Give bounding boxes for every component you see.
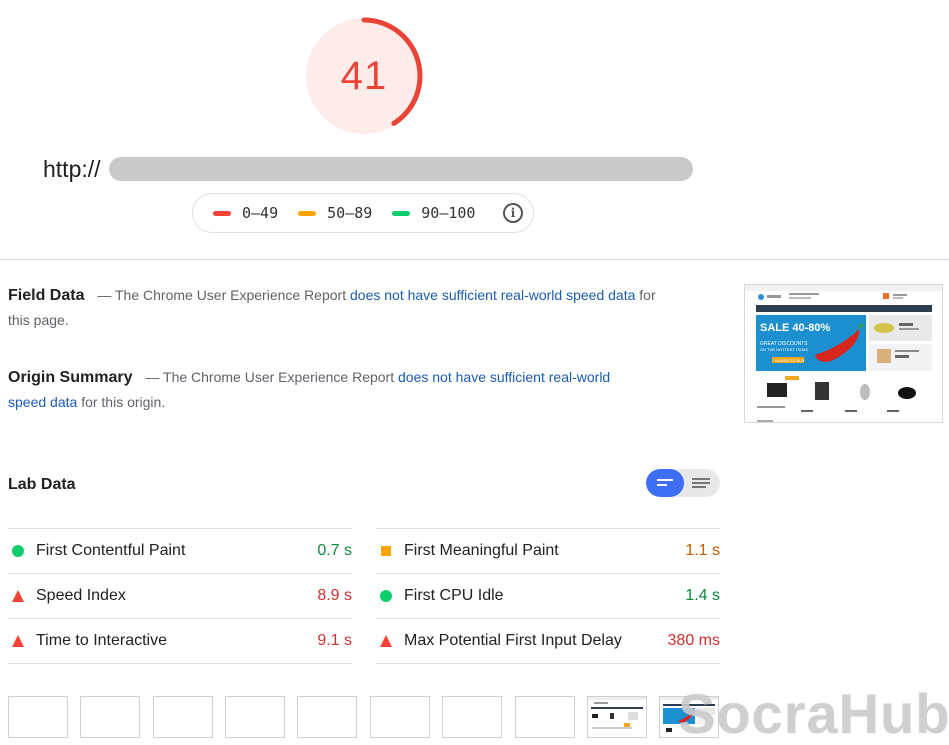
expanded-view-icon[interactable] [684, 469, 720, 497]
final-screenshot-thumbnail: SALE 40-80% GREAT DISCOUNTS ON THE HOTTE… [744, 284, 943, 423]
legend-item-good: 90–100 [392, 204, 475, 222]
filmstrip-frame [80, 696, 140, 738]
metric-value: 1.1 s [685, 542, 720, 559]
metric-first-contentful-paint: First Contentful Paint 0.7 s [8, 528, 352, 573]
tested-url: http:// [43, 154, 693, 184]
red-triangle-icon [12, 635, 24, 647]
field-data-section: Field Data — The Chrome User Experience … [8, 283, 658, 333]
toggle-compact-view[interactable] [646, 469, 684, 497]
metric-label: First CPU Idle [404, 587, 504, 604]
site-preview: SALE 40-80% GREAT DISCOUNTS ON THE HOTTE… [745, 285, 942, 422]
red-triangle-icon [380, 635, 392, 647]
thumb-cta: HURRY TO BUY [775, 358, 805, 363]
metric-value: 9.1 s [317, 632, 352, 649]
metric-label: Time to Interactive [36, 632, 168, 649]
filmstrip-frame-loaded [587, 696, 647, 738]
watermark-text-a: Socra [678, 682, 839, 745]
legend-swatch-green [392, 210, 411, 216]
metric-label: Max Potential First Input Delay [404, 632, 622, 649]
legend-swatch-red [213, 210, 231, 216]
legend-item-average: 50–89 [298, 204, 372, 222]
filmstrip-frame [8, 696, 68, 738]
filmstrip-frame [370, 696, 430, 738]
origin-summary-title: Origin Summary [8, 369, 133, 386]
metrics-view-toggle[interactable] [646, 469, 720, 497]
metric-value: 0.7 s [317, 542, 352, 559]
lab-data-title: Lab Data [8, 476, 76, 493]
metric-speed-index: Speed Index 8.9 s [8, 573, 352, 618]
field-data-dash: — [97, 287, 112, 303]
legend-label: 50–89 [327, 204, 373, 222]
metric-first-cpu-idle: First CPU Idle 1.4 s [376, 573, 720, 618]
legend-label: 90–100 [421, 204, 476, 222]
performance-score-gauge: 41 [304, 16, 424, 136]
metric-label: First Contentful Paint [36, 542, 186, 559]
legend-label: 0–49 [242, 204, 279, 222]
origin-summary-dash: — [145, 369, 160, 385]
thumb-sub2: ON THE HOTTEST ITEMS [760, 347, 808, 352]
metric-label: Speed Index [36, 587, 126, 604]
green-circle-icon [12, 545, 24, 557]
pagespeed-report: 41 http:// 0–49 50–89 90–100 i Field Dat… [0, 0, 949, 745]
frame-preview [588, 697, 646, 729]
metric-value: 380 ms [667, 632, 720, 649]
origin-summary-text-after: for this origin. [81, 394, 166, 410]
field-data-link[interactable]: does not have sufficient real-world spee… [350, 287, 635, 303]
legend-item-poor: 0–49 [213, 204, 278, 222]
red-triangle-icon [12, 590, 24, 602]
orange-square-icon [381, 546, 391, 556]
watermark-text-b: Hub [838, 682, 949, 745]
filmstrip-frame [153, 696, 213, 738]
lab-metrics-right: First Meaningful Paint 1.1 s First CPU I… [376, 528, 720, 664]
metric-first-meaningful-paint: First Meaningful Paint 1.1 s [376, 528, 720, 573]
metric-time-to-interactive: Time to Interactive 9.1 s [8, 618, 352, 664]
filmstrip-frame [515, 696, 575, 738]
info-icon[interactable]: i [503, 203, 523, 223]
origin-summary-text: The Chrome User Experience Report [163, 369, 395, 385]
header-divider [0, 259, 949, 260]
lab-metrics-left: First Contentful Paint 0.7 s Speed Index… [8, 528, 352, 664]
url-prefix: http:// [43, 155, 101, 182]
metric-label: First Meaningful Paint [404, 542, 559, 559]
filmstrip-frame [442, 696, 502, 738]
origin-summary-section: Origin Summary — The Chrome User Experie… [8, 365, 648, 415]
field-data-title: Field Data [8, 287, 85, 304]
metric-value: 8.9 s [317, 587, 352, 604]
compact-view-icon [657, 479, 673, 486]
url-redacted-bar [109, 157, 693, 181]
thumb-sale-text: SALE 40-80% [760, 322, 831, 334]
metric-max-potential-fid: Max Potential First Input Delay 380 ms [376, 618, 720, 664]
score-legend: 0–49 50–89 90–100 i [192, 193, 534, 233]
filmstrip-frame [225, 696, 285, 738]
score-value: 41 [340, 53, 388, 98]
legend-swatch-orange [298, 210, 317, 216]
field-data-text: The Chrome User Experience Report [115, 287, 347, 303]
green-circle-icon [380, 590, 392, 602]
metric-value: 1.4 s [685, 587, 720, 604]
filmstrip-frame [297, 696, 357, 738]
socrahub-watermark: SocraHub [678, 684, 949, 744]
